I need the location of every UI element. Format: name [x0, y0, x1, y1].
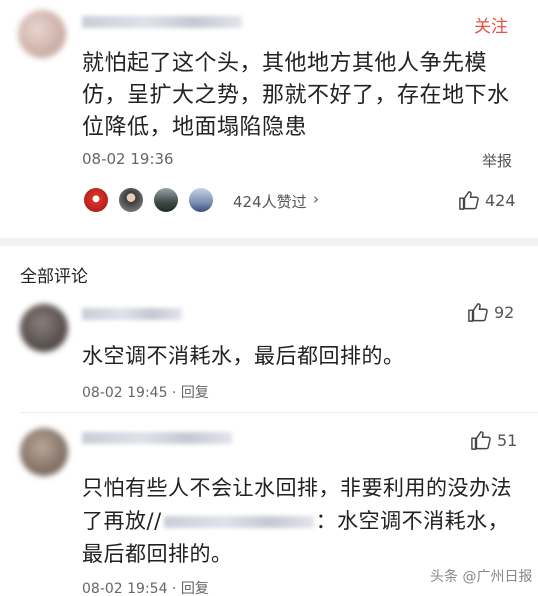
quoted-name-redacted: [163, 516, 314, 528]
comment-time: 08-02 19:36: [82, 150, 174, 168]
reply-meta[interactable]: 08-02 19:45 · 回复: [82, 382, 209, 402]
reply-like-button[interactable]: 51: [470, 430, 517, 450]
reply-meta[interactable]: 08-02 19:54 · 回复: [82, 578, 209, 596]
likers-count-link[interactable]: 424人赞过: [233, 191, 307, 212]
liker-avatar[interactable]: [152, 186, 180, 214]
reply-like-button[interactable]: 92: [467, 302, 514, 322]
commenter-name-redacted: [82, 16, 242, 28]
thumbs-up-icon: [471, 431, 491, 450]
reply-separator: [20, 412, 538, 413]
chevron-right-icon[interactable]: ›: [313, 190, 319, 208]
comment-text: 就怕起了这个头，其他地方其他人争先模仿，呈扩大之势，那就不好了，存在地下水位降低…: [82, 51, 510, 140]
like-count: 424: [485, 190, 516, 210]
reply-name-redacted: [82, 432, 232, 444]
source-watermark: 头条 @广州日报: [430, 569, 533, 585]
liker-avatar[interactable]: [117, 186, 145, 214]
liker-avatar[interactable]: [82, 186, 110, 214]
section-title: 全部评论: [20, 267, 88, 287]
liker-avatar[interactable]: [187, 186, 215, 214]
report-button[interactable]: 举报: [482, 150, 512, 171]
thumbs-up-icon: [468, 303, 488, 322]
follow-button[interactable]: 关注: [474, 12, 508, 37]
commenter-avatar[interactable]: [18, 10, 66, 58]
reply-text: 只怕有些人不会让水回排，非要利用的没办法了再放//：水空调不消耗水，最后都回排的…: [82, 472, 522, 571]
reply-avatar[interactable]: [20, 428, 68, 476]
section-divider: [0, 238, 538, 246]
reply-text: 水空调不消耗水，最后都回排的。: [82, 344, 405, 368]
thumbs-up-icon: [459, 191, 479, 210]
reply-name-redacted: [82, 308, 182, 320]
like-count: 92: [494, 302, 515, 322]
like-count: 51: [497, 430, 518, 450]
reply-avatar[interactable]: [20, 304, 68, 352]
comment-like-button[interactable]: 424: [458, 190, 516, 210]
